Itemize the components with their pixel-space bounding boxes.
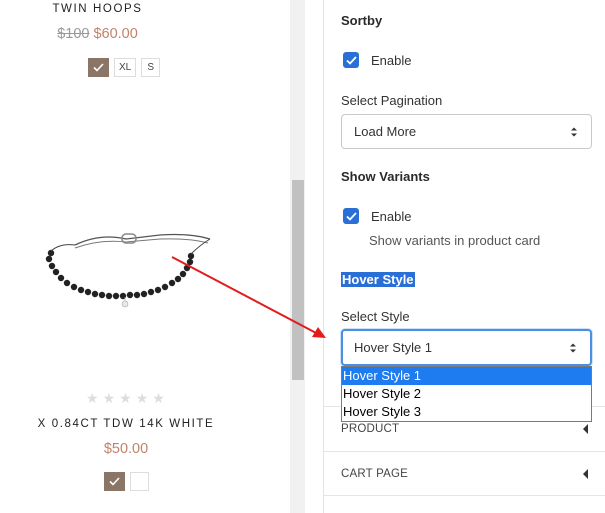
product-preview: TWIN HOOPS $100 $60.00 XL S ★ ★ ★ ★ ★ X … (0, 0, 290, 513)
caret-left-icon (583, 424, 588, 434)
select-arrows-icon (570, 343, 576, 352)
variants-enable-checkbox[interactable]: Enable (343, 208, 411, 224)
pagination-label: Select Pagination (341, 93, 443, 108)
star-icon: ★ (135, 390, 149, 406)
variants-help-text: Show variants in product card (369, 233, 541, 248)
variant-swatches (104, 472, 149, 491)
caret-left-icon (583, 468, 588, 479)
star-icon: ★ (102, 390, 116, 406)
price-new: $50.00 (103, 441, 149, 457)
check-icon (109, 477, 120, 486)
check-icon (345, 55, 357, 65)
dropdown-option[interactable]: Hover Style 1 (342, 367, 591, 385)
dropdown-option[interactable]: Hover Style 3 (342, 403, 591, 421)
dropdown-option[interactable]: Hover Style 2 (342, 385, 591, 403)
select-value: Hover Style 1 (354, 340, 433, 355)
hover-style-dropdown: Hover Style 1 Hover Style 2 Hover Style … (341, 366, 592, 422)
settings-panel: Sortby Enable Select Pagination Load Mor… (323, 0, 605, 513)
star-icon: ★ (119, 390, 132, 406)
product-price: $50.00 (0, 441, 252, 457)
price-new: $60.00 (93, 26, 138, 42)
sortby-enable-checkbox[interactable]: Enable (343, 52, 411, 68)
scrollbar-thumb[interactable] (292, 180, 304, 380)
price-old: $100 (57, 26, 90, 42)
checkbox-checked[interactable] (343, 52, 359, 68)
product-title[interactable]: X 0.84CT TDW 14K WHITE (0, 418, 252, 430)
check-icon (93, 63, 104, 72)
star-icon: ★ (86, 390, 99, 406)
product-title[interactable]: TWIN HOOPS (0, 3, 195, 15)
swatch-size-xl[interactable]: XL (114, 58, 137, 77)
section-cart-page[interactable]: CART PAGE (324, 451, 605, 496)
product-image-bracelet[interactable] (40, 225, 215, 325)
select-value: Load More (354, 124, 417, 139)
product-price: $100 $60.00 (0, 26, 195, 42)
swatch-color-selected[interactable] (88, 58, 109, 77)
section-label: PRODUCT (341, 423, 400, 435)
screen: TWIN HOOPS $100 $60.00 XL S ★ ★ ★ ★ ★ X … (0, 0, 605, 513)
show-variants-heading: Show Variants (341, 169, 430, 184)
check-icon (345, 211, 357, 221)
hover-style-heading: Hover Style (341, 272, 415, 287)
variant-swatches: XL S (88, 58, 161, 77)
checkbox-checked[interactable] (343, 208, 359, 224)
swatch-color-white[interactable] (130, 472, 149, 491)
checkbox-label: Enable (371, 52, 412, 68)
rating-stars: ★ ★ ★ ★ ★ (86, 391, 165, 405)
select-arrows-icon (571, 127, 577, 136)
section-label: CART PAGE (341, 467, 408, 480)
star-icon: ★ (152, 390, 165, 406)
checkbox-label: Enable (371, 208, 412, 224)
select-style-label: Select Style (341, 309, 410, 324)
pagination-select[interactable]: Load More (341, 114, 592, 149)
swatch-color-selected[interactable] (104, 472, 125, 491)
hover-style-select[interactable]: Hover Style 1 (341, 329, 592, 366)
swatch-size-s[interactable]: S (141, 58, 161, 77)
sortby-heading: Sortby (341, 13, 383, 28)
